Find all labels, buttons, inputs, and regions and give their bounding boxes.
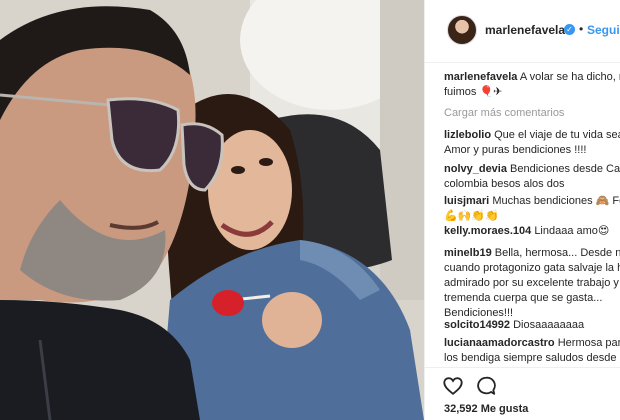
comment-username[interactable]: minelb19 [444, 247, 492, 259]
comment-item: lucianaamadorcastro Hermosa pare los ben… [444, 336, 620, 366]
comment-text: colombia besos alos dos [444, 178, 565, 190]
comment-text: cuando protagonizo gata salvaje la h [444, 262, 620, 274]
comment-text: tremenda cuerpa que se gasta... [444, 292, 603, 304]
comment-username[interactable]: solcito14992 [444, 319, 510, 331]
comment-text: Amor y puras bendiciones !!!! [444, 144, 587, 156]
separator-dot: • [579, 22, 584, 36]
caption: marlenefavela A volar se ha dicho, n fui… [444, 70, 620, 100]
caption-text-line1: A volar se ha dicho, n [519, 71, 620, 83]
post-side-panel: marlenefavela ✓ • Seguir marlenefavela A… [424, 0, 620, 420]
comment-text: Hermosa pare [557, 337, 620, 349]
comment-username[interactable]: luisjmari [444, 195, 489, 207]
header-username[interactable]: marlenefavela [485, 23, 565, 37]
likes-count[interactable]: 32,592 Me gusta [444, 403, 528, 415]
comment-text: Bendiciones desde Cali [510, 163, 620, 175]
caption-username[interactable]: marlenefavela [444, 71, 517, 83]
comment-text: los bendiga siempre saludos desde [444, 352, 617, 364]
caption-text-line2: fuimos 🎈✈ [444, 86, 503, 98]
comment-text: Lindaaa amo😍 [534, 225, 610, 237]
post-actions-bar: 32,592 Me gusta [425, 367, 620, 420]
comment-item: kelly.moraes.104 Lindaaa amo😍 [444, 224, 620, 239]
verified-badge-icon: ✓ [564, 24, 575, 35]
post-photo[interactable] [0, 0, 424, 420]
comment-item: luisjmari Muchas bendiciones 🙈 Fel 💪🙌👏👏 [444, 194, 620, 224]
comment-username[interactable]: lizlebolio [444, 129, 491, 141]
comment-item: minelb19 Bella, hermosa... Desde nir cua… [444, 246, 620, 321]
comment-text: Bella, hermosa... Desde nir [494, 247, 620, 259]
comments-list: marlenefavela A volar se ha dicho, n fui… [425, 62, 620, 367]
comment-item: nolvy_devia Bendiciones desde Cali colom… [444, 162, 620, 192]
follow-button[interactable]: Seguir [587, 23, 620, 37]
load-more-comments-link[interactable]: Cargar más comentarios [444, 107, 564, 119]
comment-text: Muchas bendiciones 🙈 Fel [492, 195, 620, 207]
heart-icon[interactable] [442, 375, 464, 397]
comment-username[interactable]: nolvy_devia [444, 163, 507, 175]
avatar[interactable] [447, 15, 477, 45]
comment-username[interactable]: kelly.moraes.104 [444, 225, 531, 237]
comment-text: Diosaaaaaaaa [513, 319, 585, 331]
comment-username[interactable]: lucianaamadorcastro [444, 337, 555, 349]
comment-text: Que el viaje de tu vida sea [494, 129, 620, 141]
comment-text: admirado por su excelente trabajo y [444, 277, 619, 289]
post-header: marlenefavela ✓ • Seguir [425, 0, 620, 63]
comment-text: 💪🙌👏👏 [444, 210, 499, 222]
comment-item: lizlebolio Que el viaje de tu vida sea A… [444, 128, 620, 158]
speech-bubble-icon[interactable] [475, 375, 497, 397]
selfie-couple-airplane-image [0, 0, 424, 420]
comment-item: solcito14992 Diosaaaaaaaa [444, 318, 620, 333]
